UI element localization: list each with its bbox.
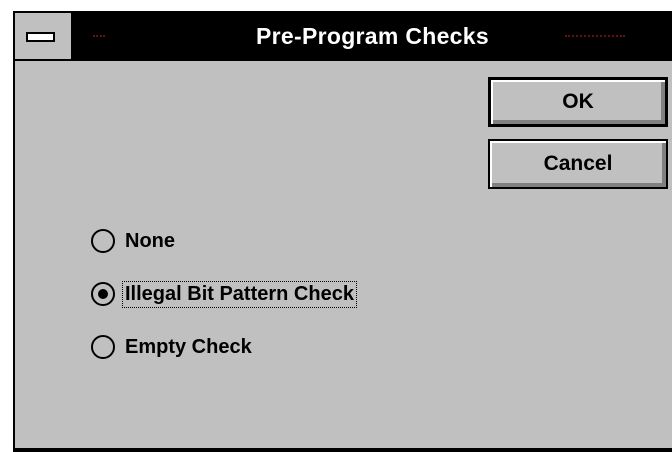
radio-option-illegal-bit-pattern-check[interactable]: Illegal Bit Pattern Check xyxy=(91,279,357,309)
ok-button[interactable]: OK xyxy=(488,77,668,127)
radio-button-selected-icon[interactable] xyxy=(91,282,115,306)
radio-label: None xyxy=(125,229,175,252)
cancel-button[interactable]: Cancel xyxy=(488,139,668,189)
radio-label: Illegal Bit Pattern Check xyxy=(122,280,357,308)
radio-button-icon[interactable] xyxy=(91,335,115,359)
dialog-window: Pre-Program Checks OK Cancel None Illega… xyxy=(13,11,672,452)
radio-option-none[interactable]: None xyxy=(91,226,178,256)
system-menu-button[interactable] xyxy=(15,13,73,59)
radio-label: Empty Check xyxy=(125,335,252,358)
dialog-client-area: OK Cancel None Illegal Bit Pattern Check… xyxy=(15,59,672,448)
radio-option-empty-check[interactable]: Empty Check xyxy=(91,332,255,362)
dialog-title: Pre-Program Checks xyxy=(256,23,489,49)
system-menu-icon xyxy=(26,32,55,42)
radio-button-icon[interactable] xyxy=(91,229,115,253)
